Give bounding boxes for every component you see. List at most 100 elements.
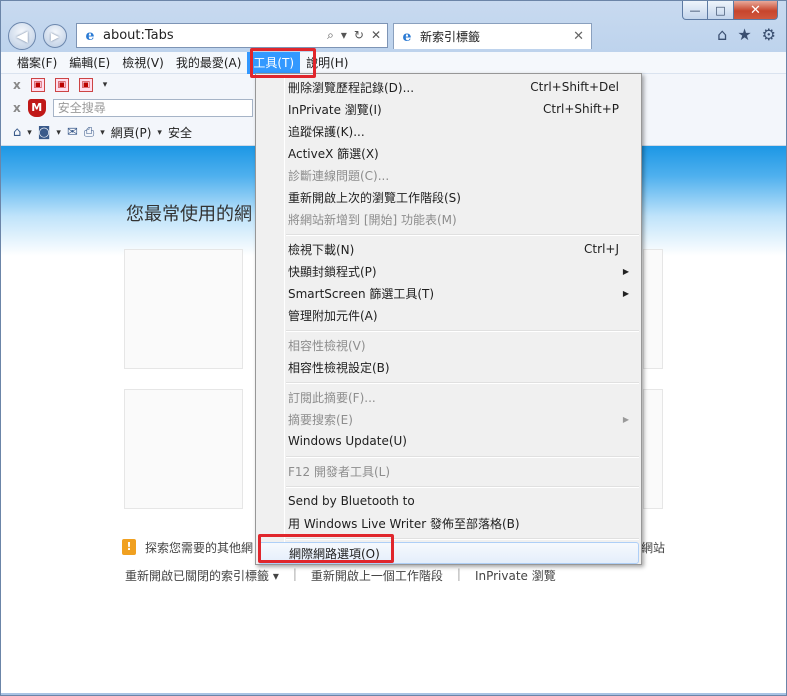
addon-icon-1[interactable]: ▣ bbox=[30, 78, 45, 92]
maximize-button[interactable]: □ bbox=[708, 1, 734, 20]
menu-item-label: 檢視下載(N) bbox=[288, 242, 355, 257]
menu-item-label: 相容性檢視設定(B) bbox=[288, 360, 390, 375]
rss-icon[interactable]: ◙ bbox=[38, 125, 51, 140]
toolbar-close-icon[interactable]: x bbox=[13, 101, 21, 115]
internet-options-highlight bbox=[258, 534, 394, 563]
ie-icon: e bbox=[85, 27, 95, 44]
menu-item-label: 診斷連線問題(C)... bbox=[288, 168, 390, 183]
menu-item-windows-update[interactable]: Windows Update(U) bbox=[258, 430, 639, 452]
print-icon[interactable]: ⎙ bbox=[84, 125, 94, 140]
home-icon[interactable]: ⌂ bbox=[13, 125, 21, 140]
menu-item-compat-view: 相容性檢視(V) bbox=[258, 334, 639, 356]
menu-item-label: 刪除瀏覽歷程記錄(D)... bbox=[288, 80, 415, 95]
menu-item-label: 訂閱此摘要(F)... bbox=[288, 390, 376, 405]
menu-item-label: 將網站新增到 [開始] 功能表(M) bbox=[288, 212, 457, 227]
menu-item-label: ActiveX 篩選(X) bbox=[288, 146, 379, 161]
reopen-last-session-link[interactable]: 重新開啟上一個工作階段 bbox=[311, 567, 443, 584]
menu-item-tracking-protection[interactable]: 追蹤保護(K)... bbox=[258, 120, 639, 142]
site-tile[interactable] bbox=[643, 249, 663, 369]
menu-item-manage-addons[interactable]: 管理附加元件(A) bbox=[258, 304, 639, 326]
menu-item-compat-settings[interactable]: 相容性檢視設定(B) bbox=[258, 356, 639, 378]
menu-edit[interactable]: 編輯(E) bbox=[63, 52, 116, 74]
page-menu-button[interactable]: 網頁(P) bbox=[111, 124, 152, 141]
reopen-closed-tabs-link[interactable]: 重新開啟已關閉的索引標籤 ▾ bbox=[125, 567, 279, 584]
menu-item-shortcut: Ctrl+Shift+P bbox=[543, 102, 619, 116]
forward-button[interactable]: ▶ bbox=[43, 24, 67, 48]
menu-item-label: F12 開發者工具(L) bbox=[288, 464, 391, 479]
menu-item-subscribe-feed: 訂閱此摘要(F)... bbox=[258, 386, 639, 408]
submenu-arrow-icon: ▶ bbox=[622, 414, 629, 424]
chevron-down-icon[interactable]: ▾ bbox=[103, 80, 108, 90]
menu-separator bbox=[286, 456, 639, 458]
dropdown-icon[interactable]: ▾ bbox=[341, 28, 347, 43]
chevron-down-icon[interactable]: ▾ bbox=[157, 128, 162, 138]
menu-item-smartscreen[interactable]: SmartScreen 篩選工具(T) ▶ bbox=[258, 282, 639, 304]
inprivate-link[interactable]: InPrivate 瀏覽 bbox=[475, 567, 556, 584]
menu-item-inprivate[interactable]: InPrivate 瀏覽(I) Ctrl+Shift+P bbox=[258, 98, 639, 120]
safety-menu-button[interactable]: 安全 bbox=[168, 124, 192, 141]
menu-item-label: Windows Update(U) bbox=[288, 434, 407, 448]
caption-buttons: — □ ✕ bbox=[682, 1, 778, 20]
menu-item-label: InPrivate 瀏覽(I) bbox=[288, 102, 382, 117]
menu-item-popup-blocker[interactable]: 快顯封鎖程式(P) ▶ bbox=[258, 260, 639, 282]
site-tile[interactable] bbox=[643, 389, 663, 509]
menu-file[interactable]: 檔案(F) bbox=[11, 52, 63, 74]
menu-item-label: 摘要搜索(E) bbox=[288, 412, 353, 427]
ie-icon: e bbox=[402, 28, 412, 45]
menu-item-label: 追蹤保護(K)... bbox=[288, 124, 365, 139]
menu-item-add-to-start: 將網站新增到 [開始] 功能表(M) bbox=[258, 208, 639, 230]
chevron-down-icon[interactable]: ▾ bbox=[56, 128, 61, 138]
tools-menu-highlight bbox=[250, 48, 316, 78]
mcafee-icon[interactable]: M bbox=[27, 99, 46, 117]
search-icon[interactable]: ⌕ bbox=[327, 28, 334, 43]
submenu-arrow-icon: ▶ bbox=[622, 266, 629, 276]
menu-item-label: 相容性檢視(V) bbox=[288, 338, 366, 353]
menu-item-label: 重新開啟上次的瀏覽工作階段(S) bbox=[288, 190, 461, 205]
menu-item-label: Send by Bluetooth to bbox=[288, 494, 415, 508]
gear-icon[interactable]: ⚙ bbox=[762, 25, 776, 44]
menu-item-activex-filtering[interactable]: ActiveX 篩選(X) bbox=[258, 142, 639, 164]
refresh-icon[interactable]: ↻ bbox=[354, 28, 364, 43]
menu-separator bbox=[286, 330, 639, 332]
home-icon[interactable]: ⌂ bbox=[717, 25, 727, 44]
back-arrow-icon: ◀ bbox=[16, 27, 28, 45]
most-used-heading: 您最常使用的網 bbox=[126, 204, 252, 225]
menu-item-reopen-session[interactable]: 重新開啟上次的瀏覽工作階段(S) bbox=[258, 186, 639, 208]
address-bar[interactable]: e about:Tabs ⌕ ▾ ↻ ✕ bbox=[76, 23, 388, 48]
toolbar-close-icon[interactable]: x bbox=[13, 78, 21, 92]
chevron-down-icon[interactable]: ▾ bbox=[100, 128, 105, 138]
divider: | bbox=[292, 567, 297, 581]
address-bar-icons: ⌕ ▾ ↻ ✕ bbox=[327, 28, 381, 43]
menu-item-label: SmartScreen 篩選工具(T) bbox=[288, 286, 435, 301]
back-button[interactable]: ◀ bbox=[8, 22, 36, 50]
menu-item-view-downloads[interactable]: 檢視下載(N) Ctrl+J bbox=[258, 238, 639, 260]
menu-item-label: 用 Windows Live Writer 發佈至部落格(B) bbox=[288, 516, 520, 531]
safe-search-input[interactable]: 安全搜尋 bbox=[52, 99, 253, 117]
tab-close-icon[interactable]: ✕ bbox=[573, 29, 584, 44]
tab-new[interactable]: e 新索引標籤 ✕ bbox=[393, 23, 592, 49]
menu-item-delete-history[interactable]: 刪除瀏覽歷程記錄(D)... Ctrl+Shift+Del bbox=[258, 76, 639, 98]
menu-item-shortcut: Ctrl+Shift+Del bbox=[530, 80, 619, 94]
chevron-down-icon[interactable]: ▾ bbox=[27, 128, 32, 138]
addon-icon-2[interactable]: ▣ bbox=[54, 78, 69, 92]
menu-view[interactable]: 檢視(V) bbox=[116, 52, 170, 74]
mail-icon[interactable]: ✉ bbox=[67, 125, 78, 140]
site-tile[interactable] bbox=[124, 389, 243, 509]
minimize-button[interactable]: — bbox=[682, 1, 708, 20]
menu-favorites[interactable]: 我的最愛(A) bbox=[170, 52, 248, 74]
stop-icon[interactable]: ✕ bbox=[371, 28, 381, 43]
menu-item-send-bluetooth[interactable]: Send by Bluetooth to bbox=[258, 490, 639, 512]
menu-item-label: 快顯封鎖程式(P) bbox=[288, 264, 377, 279]
divider: | bbox=[456, 567, 461, 581]
menu-item-live-writer[interactable]: 用 Windows Live Writer 發佈至部落格(B) bbox=[258, 512, 639, 534]
discover-link[interactable]: 探索您需要的其他網 bbox=[145, 539, 253, 556]
addon-icon-3[interactable]: ▣ bbox=[78, 78, 93, 92]
menu-item-feed-discovery: 摘要搜索(E) ▶ bbox=[258, 408, 639, 430]
address-url[interactable]: about:Tabs bbox=[103, 28, 327, 43]
site-tile[interactable] bbox=[124, 249, 243, 369]
menu-bar: 檔案(F) 編輯(E) 檢視(V) 我的最愛(A) 工具(T) 說明(H) bbox=[1, 51, 786, 74]
menu-item-label: 管理附加元件(A) bbox=[288, 308, 378, 323]
close-button[interactable]: ✕ bbox=[734, 1, 778, 20]
discover-link-tail[interactable]: 網站 bbox=[641, 539, 665, 556]
favorites-icon[interactable]: ★ bbox=[737, 25, 751, 44]
